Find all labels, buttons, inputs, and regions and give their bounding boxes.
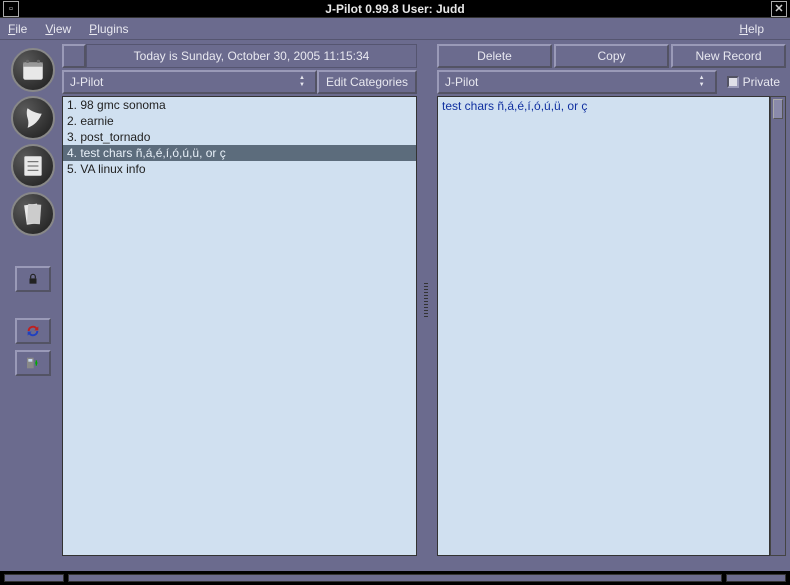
right-pane: Delete Copy New Record J-Pilot Private (435, 44, 786, 556)
left-pane: Today is Sunday, October 30, 2005 11:15:… (62, 44, 417, 556)
statusbar (0, 571, 790, 585)
backup-button[interactable] (15, 350, 51, 376)
address-icon[interactable] (11, 96, 55, 140)
memo-editor[interactable]: test chars ñ,á,é,í,ó,ú,ü, or ç (437, 96, 770, 556)
edit-categories-label: Edit Categories (326, 75, 408, 89)
memo-icon[interactable] (11, 192, 55, 236)
list-item[interactable]: 3. post_tornado (63, 129, 416, 145)
lock-button[interactable] (15, 266, 51, 292)
category-combo-left-label: J-Pilot (70, 75, 295, 89)
menu-view[interactable]: View (45, 22, 71, 36)
window-title: J-Pilot 0.99.8 User: Judd (22, 2, 768, 16)
copy-label: Copy (597, 49, 625, 63)
edit-categories-button[interactable]: Edit Categories (317, 70, 417, 94)
delete-label: Delete (477, 49, 512, 63)
memo-list[interactable]: 1. 98 gmc sonoma2. earnie3. post_tornado… (62, 96, 417, 556)
memo-editor-text: test chars ñ,á,é,í,ó,ú,ü, or ç (442, 99, 587, 113)
private-toggle[interactable]: Private (721, 70, 786, 94)
menubar: File View Plugins Help (0, 18, 790, 40)
private-checkbox[interactable] (727, 76, 739, 88)
menu-file[interactable]: File (8, 22, 27, 36)
new-record-button[interactable]: New Record (671, 44, 786, 68)
category-combo-right[interactable]: J-Pilot (437, 70, 717, 94)
chevron-updown-icon (695, 75, 709, 89)
category-combo-left[interactable]: J-Pilot (62, 70, 317, 94)
window-menu-button[interactable]: ▫ (3, 1, 19, 17)
new-record-label: New Record (695, 49, 761, 63)
menu-plugins[interactable]: Plugins (89, 22, 128, 36)
todo-icon[interactable] (11, 144, 55, 188)
private-label: Private (743, 75, 780, 89)
close-button[interactable]: ✕ (771, 1, 787, 17)
chevron-updown-icon (295, 75, 309, 89)
list-item[interactable]: 5. VA linux info (63, 161, 416, 177)
list-item[interactable]: 1. 98 gmc sonoma (63, 97, 416, 113)
menu-help[interactable]: Help (739, 22, 764, 36)
datebook-icon[interactable] (11, 48, 55, 92)
list-item[interactable]: 2. earnie (63, 113, 416, 129)
today-nav-button[interactable] (62, 44, 86, 68)
sync-button[interactable] (15, 318, 51, 344)
copy-button[interactable]: Copy (554, 44, 669, 68)
today-label: Today is Sunday, October 30, 2005 11:15:… (86, 44, 417, 68)
category-combo-right-label: J-Pilot (445, 75, 695, 89)
sidebar (4, 44, 62, 556)
delete-button[interactable]: Delete (437, 44, 552, 68)
split-handle[interactable] (421, 44, 431, 556)
list-item[interactable]: 4. test chars ñ,á,é,í,ó,ú,ü, or ç (63, 145, 416, 161)
editor-scrollbar[interactable] (770, 96, 786, 556)
